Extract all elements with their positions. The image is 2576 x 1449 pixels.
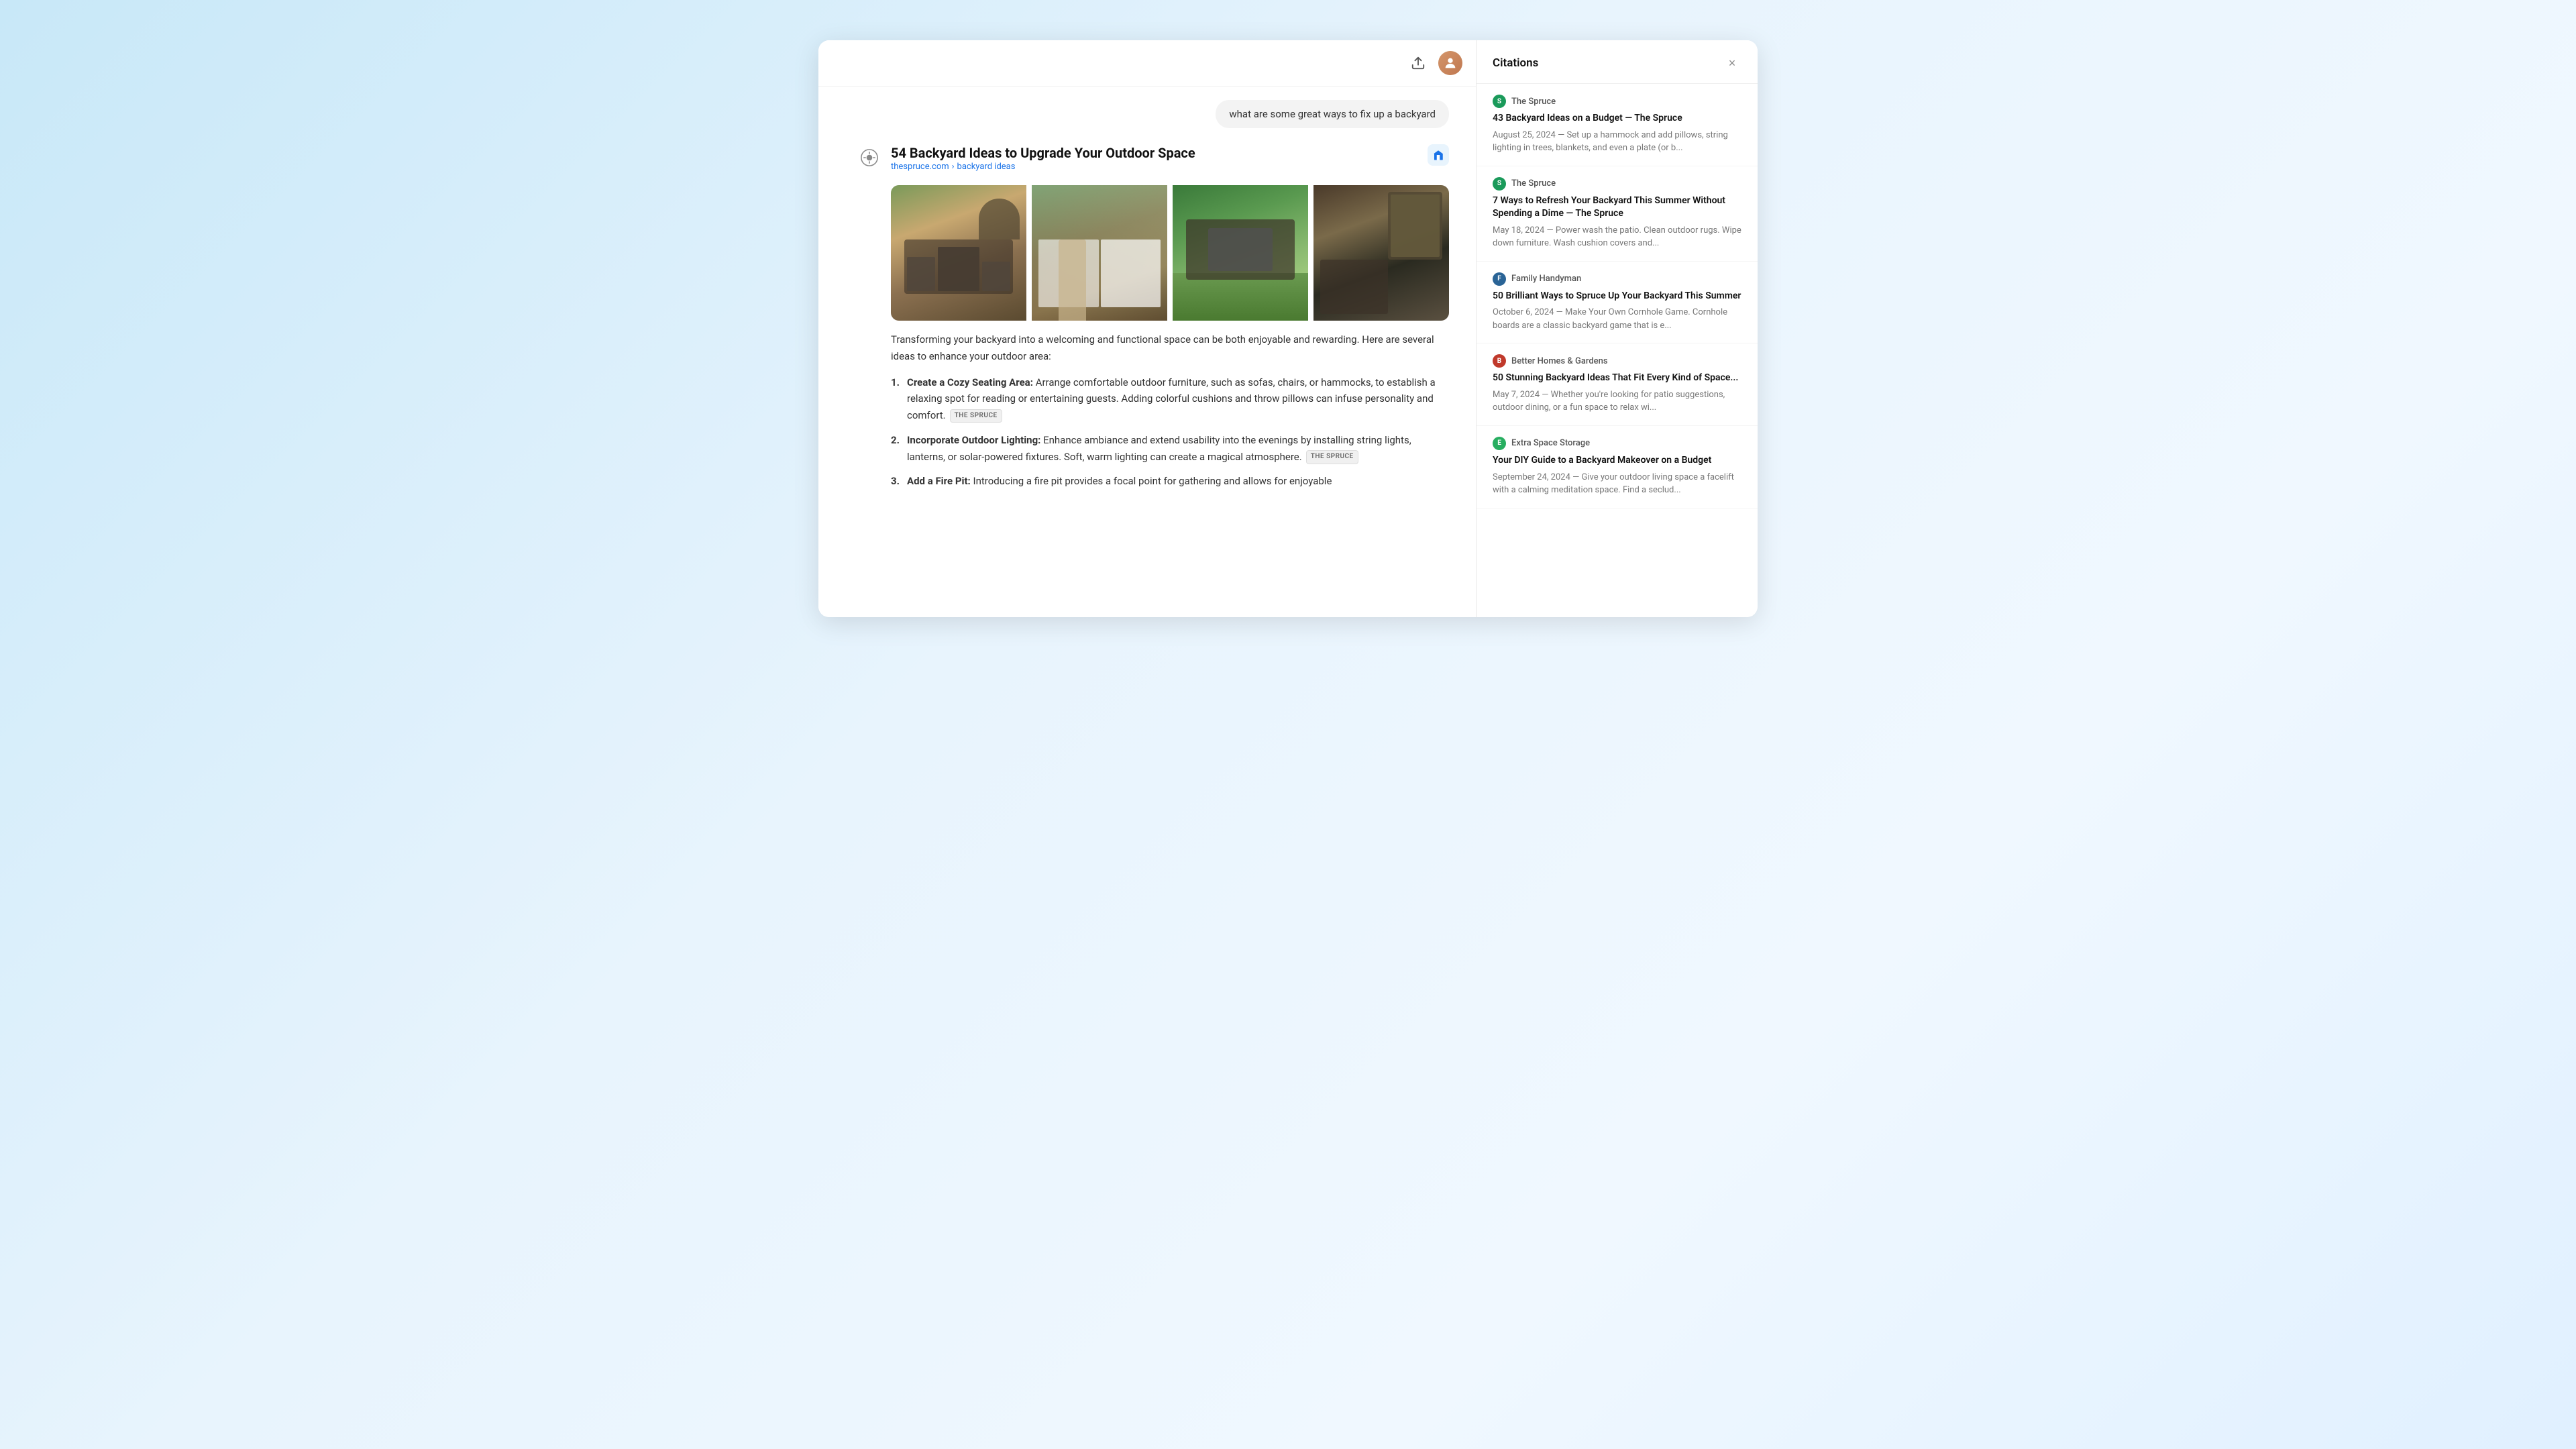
close-citations-button[interactable]: × [1723,54,1741,72]
citation-snippet-3: October 6, 2024 — Make Your Own Cornhole… [1493,306,1741,332]
citation-badge-1[interactable]: THE SPRUCE [950,409,1002,423]
source-name-2: The Spruce [1511,178,1556,189]
response-header: 54 Backyard Ideas to Upgrade Your Outdoo… [891,144,1449,181]
favicon-1: S [1493,95,1506,108]
favicon-4: B [1493,354,1506,368]
upload-button[interactable] [1406,51,1430,75]
citations-title: Citations [1493,56,1538,70]
main-content: what are some great ways to fix up a bac… [818,40,1476,617]
citation-title-1: 43 Backyard Ideas on a Budget — The Spru… [1493,112,1741,125]
list-text-3: Add a Fire Pit: Introducing a fire pit p… [907,473,1332,490]
list-bold-1: Create a Cozy Seating Area: [907,376,1033,388]
chat-area: what are some great ways to fix up a bac… [818,87,1476,617]
list-bold-3: Add a Fire Pit: [907,475,971,487]
user-message: what are some great ways to fix up a bac… [1216,100,1449,128]
source-name-3: Family Handyman [1511,274,1581,284]
response-content: 54 Backyard Ideas to Upgrade Your Outdoo… [891,144,1449,498]
citation-item-2[interactable]: S The Spruce 7 Ways to Refresh Your Back… [1477,166,1758,262]
list-num-1: 1. [891,374,904,424]
breadcrumb-arrow: › [952,162,955,172]
citation-source-4: B Better Homes & Gardens [1493,354,1741,368]
citations-header: Citations × [1477,40,1758,84]
home-button[interactable] [1428,144,1449,166]
ai-icon [859,147,880,168]
citation-badge-2[interactable]: THE SPRUCE [1306,450,1358,464]
list-item-2: 2. Incorporate Outdoor Lighting: Enhance… [891,432,1449,466]
citation-source-3: F Family Handyman [1493,272,1741,286]
citation-snippet-4: May 7, 2024 — Whether you're looking for… [1493,388,1741,415]
citation-source-2: S The Spruce [1493,177,1741,191]
favicon-2: S [1493,177,1506,191]
citations-list: S The Spruce 43 Backyard Ideas on a Budg… [1477,84,1758,617]
citation-snippet-2: May 18, 2024 — Power wash the patio. Cle… [1493,224,1741,250]
citation-item-5[interactable]: E Extra Space Storage Your DIY Guide to … [1477,426,1758,508]
response-title: 54 Backyard Ideas to Upgrade Your Outdoo… [891,144,1195,162]
favicon-5: E [1493,437,1506,450]
citation-item-3[interactable]: F Family Handyman 50 Brilliant Ways to S… [1477,262,1758,344]
favicon-3: F [1493,272,1506,286]
list-text-1: Create a Cozy Seating Area: Arrange comf… [907,374,1449,424]
app-container: what are some great ways to fix up a bac… [818,40,1758,617]
citations-panel: Citations × S The Spruce 43 Backyard Ide… [1476,40,1758,617]
response-intro: Transforming your backyard into a welcom… [891,331,1449,365]
citation-source-5: E Extra Space Storage [1493,437,1741,450]
list-text-2: Incorporate Outdoor Lighting: Enhance am… [907,432,1449,466]
user-message-container: what are some great ways to fix up a bac… [859,100,1449,128]
source-name-4: Better Homes & Gardens [1511,356,1608,366]
response-list: 1. Create a Cozy Seating Area: Arrange c… [891,374,1449,490]
list-item-1: 1. Create a Cozy Seating Area: Arrange c… [891,374,1449,424]
image-cell-2 [1032,185,1167,321]
list-body-3: Introducing a fire pit provides a focal … [971,475,1332,487]
source-path: backyard ideas [957,162,1016,172]
citation-item-1[interactable]: S The Spruce 43 Backyard Ideas on a Budg… [1477,84,1758,166]
source-domain: thespruce.com [891,162,949,172]
source-name-5: Extra Space Storage [1511,438,1590,448]
image-cell-3 [1173,185,1308,321]
citation-snippet-5: September 24, 2024 — Give your outdoor l… [1493,471,1741,497]
ai-response-container: 54 Backyard Ideas to Upgrade Your Outdoo… [859,144,1449,498]
source-link[interactable]: thespruce.com › backyard ideas [891,162,1195,172]
citation-source-1: S The Spruce [1493,95,1741,108]
image-cell-1 [891,185,1026,321]
source-name-1: The Spruce [1511,97,1556,107]
image-cell-4 [1313,185,1449,321]
citation-snippet-1: August 25, 2024 — Set up a hammock and a… [1493,129,1741,155]
citation-title-3: 50 Brilliant Ways to Spruce Up Your Back… [1493,290,1741,303]
list-bold-2: Incorporate Outdoor Lighting: [907,434,1040,446]
citation-title-5: Your DIY Guide to a Backyard Makeover on… [1493,454,1741,468]
list-num-2: 2. [891,432,904,466]
avatar[interactable] [1438,51,1462,75]
citation-item-4[interactable]: B Better Homes & Gardens 50 Stunning Bac… [1477,343,1758,426]
top-bar [818,40,1476,87]
list-num-3: 3. [891,473,904,490]
citation-title-4: 50 Stunning Backyard Ideas That Fit Ever… [1493,372,1741,385]
list-item-3: 3. Add a Fire Pit: Introducing a fire pi… [891,473,1449,490]
image-grid [891,185,1449,321]
citation-title-2: 7 Ways to Refresh Your Backyard This Sum… [1493,195,1741,221]
